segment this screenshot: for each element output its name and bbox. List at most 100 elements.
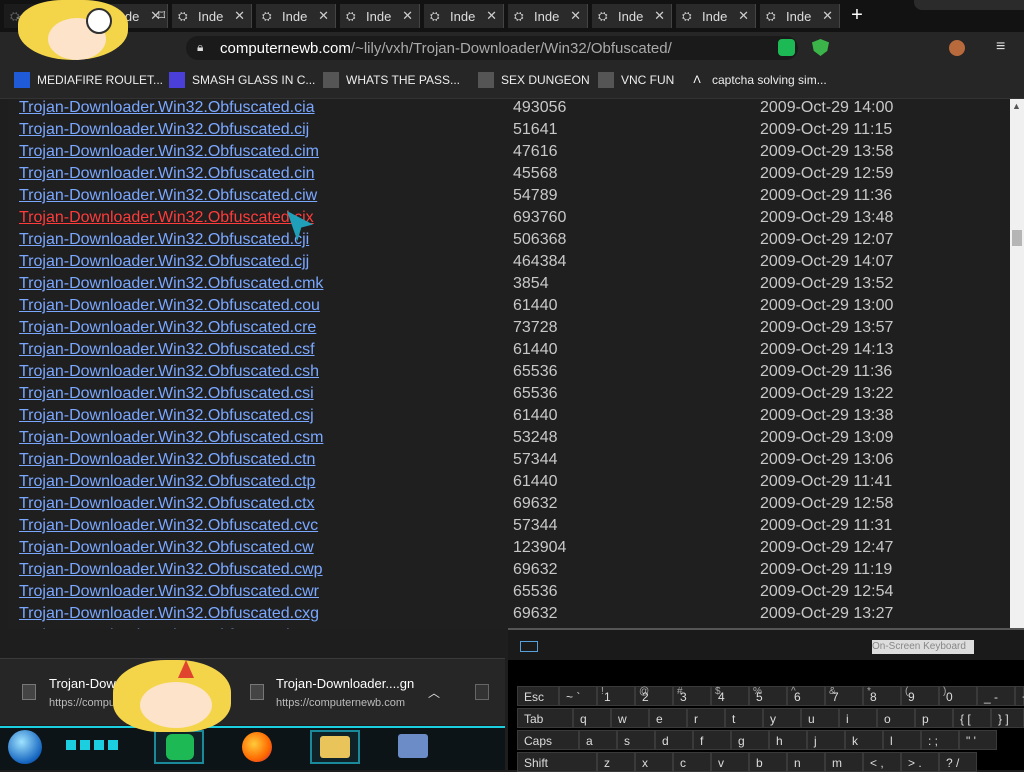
lock-icon[interactable]: 🔒︎: [197, 40, 203, 55]
file-link[interactable]: Trojan-Downloader.Win32.Obfuscated.cwr: [19, 581, 319, 603]
file-link[interactable]: Trojan-Downloader.Win32.Obfuscated.ctx: [19, 493, 315, 515]
keyboard-key[interactable]: @2: [635, 686, 673, 706]
keyboard-key[interactable]: z: [597, 752, 635, 772]
bookmark-item[interactable]: MEDIAFIRE ROULET...: [14, 72, 163, 88]
browser-tab[interactable]: ⛭ Inde ✕: [676, 4, 756, 28]
file-icon[interactable]: [475, 684, 489, 700]
keyboard-key[interactable]: h: [769, 730, 807, 750]
keyboard-key[interactable]: % 5: [749, 686, 787, 706]
start-orb-icon[interactable]: [8, 730, 42, 764]
file-link[interactable]: Trojan-Downloader.Win32.Obfuscated.cjj: [19, 251, 309, 273]
keyboard-key[interactable]: v: [711, 752, 749, 772]
file-link[interactable]: Trojan-Downloader.Win32.Obfuscated.ciw: [19, 185, 317, 207]
close-tab-icon[interactable]: ✕: [738, 8, 749, 24]
keyboard-key[interactable]: q: [573, 708, 611, 728]
file-link[interactable]: Trojan-Downloader.Win32.Obfuscated.csf: [19, 339, 315, 361]
file-link[interactable]: Trojan-Downloader.Win32.Obfuscated.csh: [19, 361, 319, 383]
keyboard-key[interactable]: o: [877, 708, 915, 728]
keyboard-key[interactable]: g: [731, 730, 769, 750]
chevron-up-icon[interactable]: ︿: [428, 684, 440, 701]
bookmark-item[interactable]: WHATS THE PASS...: [323, 72, 460, 88]
keyboard-key[interactable]: ~ `: [559, 686, 597, 706]
scroll-up-arrow-icon[interactable]: ▲: [1012, 101, 1021, 111]
keyboard-key[interactable]: j: [807, 730, 845, 750]
file-link[interactable]: Trojan-Downloader.Win32.Obfuscated.ctn: [19, 449, 315, 471]
keyboard-key[interactable]: (9: [901, 686, 939, 706]
keyboard-key[interactable]: & 7: [825, 686, 863, 706]
close-tab-icon[interactable]: ✕: [570, 8, 581, 24]
keyboard-key[interactable]: d: [655, 730, 693, 750]
keyboard-key[interactable]: i: [839, 708, 877, 728]
keyboard-key[interactable]: #3: [673, 686, 711, 706]
keyboard-key[interactable]: Shift: [517, 752, 597, 772]
bookmark-this-tab-icon[interactable]: ⌑: [158, 7, 165, 24]
notes-extension-icon[interactable]: [778, 39, 795, 56]
file-link[interactable]: Trojan-Downloader.Win32.Obfuscated.cmk: [19, 273, 323, 295]
url-text[interactable]: computernewb.com/~lily/vxh/Trojan-Downlo…: [220, 40, 672, 57]
keyboard-key[interactable]: w: [611, 708, 649, 728]
browser-tab[interactable]: ⛭ Inde ✕: [172, 4, 252, 28]
bookmark-item[interactable]: Λcaptcha solving sim...: [689, 72, 826, 88]
keyboard-key[interactable]: r: [687, 708, 725, 728]
file-link[interactable]: Trojan-Downloader.Win32.Obfuscated.cw: [19, 537, 314, 559]
keyboard-key[interactable]: l: [883, 730, 921, 750]
file-link[interactable]: Trojan-Downloader.Win32.Obfuscated.csj: [19, 405, 314, 427]
file-link[interactable]: Trojan-Downloader.Win32.Obfuscated.csm: [19, 427, 323, 449]
keyboard-key[interactable]: n: [787, 752, 825, 772]
keyboard-key[interactable]: Caps: [517, 730, 579, 750]
keyboard-key[interactable]: b: [749, 752, 787, 772]
file-link[interactable]: Trojan-Downloader.Win32.Obfuscated.cwp: [19, 559, 323, 581]
keyboard-key[interactable]: +: [1015, 686, 1024, 706]
keyboard-key[interactable]: " ': [959, 730, 997, 750]
keyboard-key[interactable]: Tab: [517, 708, 573, 728]
keyboard-key[interactable]: $4: [711, 686, 749, 706]
keyboard-key[interactable]: c: [673, 752, 711, 772]
keyboard-key[interactable]: < ,: [863, 752, 901, 772]
bookmark-item[interactable]: SEX DUNGEON: [478, 72, 590, 88]
keyboard-key[interactable]: p: [915, 708, 953, 728]
file-link[interactable]: Trojan-Downloader.Win32.Obfuscated.cou: [19, 295, 320, 317]
scrollbar-thumb[interactable]: [1012, 230, 1022, 246]
browser-tab[interactable]: ⛭ Inde ✕: [592, 4, 672, 28]
firefox-icon[interactable]: [242, 732, 272, 762]
file-link[interactable]: Trojan-Downloader.Win32.Obfuscated.cji: [19, 229, 309, 251]
keyboard-key[interactable]: f: [693, 730, 731, 750]
computer-icon[interactable]: [398, 734, 428, 758]
file-link[interactable]: Trojan-Downloader.Win32.Obfuscated.cin: [19, 163, 315, 185]
keyboard-key[interactable]: t: [725, 708, 763, 728]
browser-tab[interactable]: ⛭ Inde ✕: [340, 4, 420, 28]
browser-menu-icon[interactable]: ≡: [996, 38, 1005, 56]
keyboard-key[interactable]: a: [579, 730, 617, 750]
browser-tab[interactable]: ⛭ Inde ✕: [760, 4, 840, 28]
keyboard-key[interactable]: : ;: [921, 730, 959, 750]
browser-tab[interactable]: ⛭ Inde ✕: [424, 4, 504, 28]
keyboard-key[interactable]: k: [845, 730, 883, 750]
keyboard-key[interactable]: _ -: [977, 686, 1015, 706]
file-link[interactable]: Trojan-Downloader.Win32.Obfuscated.cij: [19, 119, 309, 141]
close-tab-icon[interactable]: ✕: [402, 8, 413, 24]
keyboard-key[interactable]: e: [649, 708, 687, 728]
keyboard-key[interactable]: y: [763, 708, 801, 728]
browser-tab[interactable]: ⛭ Inde ✕: [508, 4, 588, 28]
keyboard-key[interactable]: ^ 6: [787, 686, 825, 706]
keyboard-key[interactable]: { [: [953, 708, 991, 728]
bookmark-item[interactable]: SMASH GLASS IN C...: [169, 72, 315, 88]
file-link[interactable]: Trojan-Downloader.Win32.Obfuscated.cvc: [19, 515, 318, 537]
keyboard-key[interactable]: m: [825, 752, 863, 772]
profile-avatar[interactable]: [949, 40, 965, 56]
keyboard-key[interactable]: x: [635, 752, 673, 772]
file-link[interactable]: Trojan-Downloader.Win32.Obfuscated.csi: [19, 383, 314, 405]
keyboard-key[interactable]: Esc: [517, 686, 559, 706]
keyboard-key[interactable]: ) 0: [939, 686, 977, 706]
file-link[interactable]: Trojan-Downloader.Win32.Obfuscated.cim: [19, 141, 319, 163]
page-scrollbar[interactable]: [1010, 99, 1024, 629]
bookmark-item[interactable]: VNC FUN: [598, 72, 674, 88]
keyboard-key[interactable]: > .: [901, 752, 939, 772]
close-tab-icon[interactable]: ✕: [654, 8, 665, 24]
keyboard-key[interactable]: * 8: [863, 686, 901, 706]
file-link[interactable]: Trojan-Downloader.Win32.Obfuscated.cxg: [19, 603, 319, 625]
file-link[interactable]: Trojan-Downloader.Win32.Obfuscated.ctp: [19, 471, 315, 493]
file-link[interactable]: Trojan-Downloader.Win32.Obfuscated.cre: [19, 317, 316, 339]
new-tab-button[interactable]: +: [846, 4, 868, 26]
keyboard-key[interactable]: ? /: [939, 752, 977, 772]
